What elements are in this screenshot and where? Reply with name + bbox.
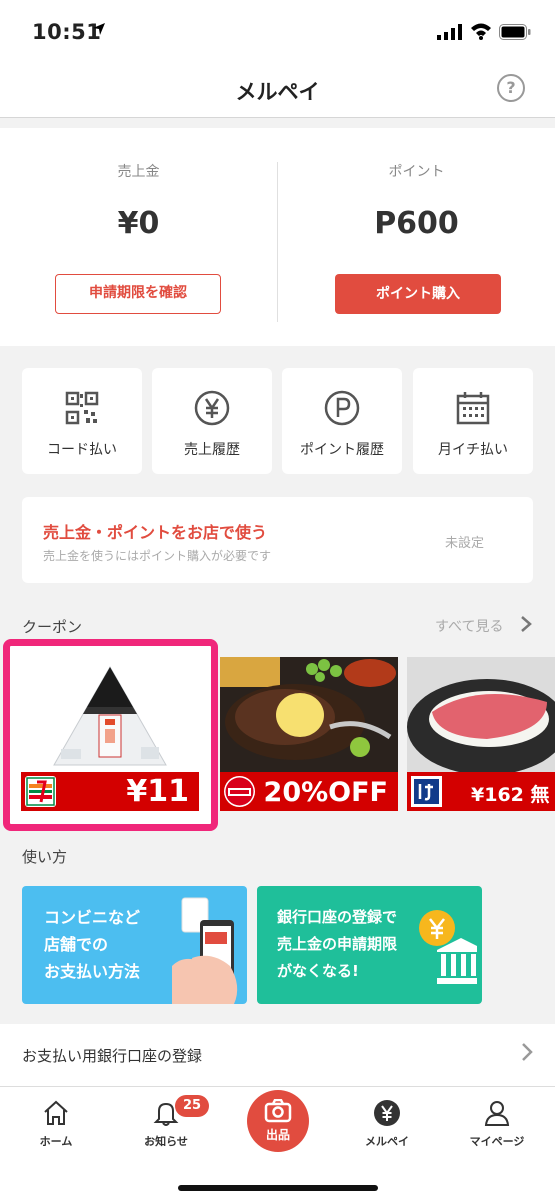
points-label: ポイント: [388, 164, 445, 180]
coupon-price: ¥11: [126, 774, 189, 809]
coupon-strip: 20%OFF: [220, 772, 398, 811]
sales-label: 売上金: [117, 164, 160, 180]
page-title: メルペイ: [235, 80, 320, 104]
home-indicator: [178, 1185, 378, 1191]
signal-icon: [437, 24, 463, 44]
qr-code-icon: [64, 390, 100, 426]
hamburg-steak-image: [220, 657, 398, 772]
shop-use-subtitle: 売上金を使うにはポイント購入が必要です: [43, 549, 272, 563]
action-monthly-pay[interactable]: 月イチ払い: [413, 368, 533, 474]
coupon-section-title: クーポン: [22, 618, 83, 636]
see-all-link[interactable]: すべて見る: [435, 616, 503, 636]
camera-icon: [264, 1098, 292, 1127]
action-point-history[interactable]: ポイント履歴: [282, 368, 402, 474]
action-label: 月イチ払い: [438, 442, 508, 458]
7-eleven-logo: [25, 776, 56, 807]
tab-label: ホーム: [39, 1135, 73, 1148]
chevron-right-icon: [519, 614, 533, 639]
yen-circle-icon: [373, 1099, 401, 1127]
sales-balance: 売上金 ¥0 申請期限を確認: [0, 128, 277, 346]
hamazushi-logo: [411, 776, 442, 807]
howto-line: お支払い方法: [44, 962, 141, 981]
status-bar: 10:51: [0, 0, 555, 62]
howto-line: 銀行口座の登録で: [277, 908, 398, 926]
calendar-icon: [455, 390, 491, 426]
battery-icon: [499, 24, 531, 44]
action-code-pay[interactable]: コード払い: [22, 368, 142, 474]
howto-line: コンビニなど: [44, 908, 141, 927]
tab-label: マイページ: [469, 1135, 525, 1148]
phone-in-hand-illustration: [172, 897, 238, 1004]
shop-use-status: 未設定: [445, 536, 485, 551]
shop-use-card[interactable]: 売上金・ポイントをお店で使う 売上金を使うにはポイント購入が必要です 未設定: [22, 497, 533, 583]
location-arrow-icon: [92, 22, 106, 40]
tab-home[interactable]: ホーム: [11, 1099, 101, 1149]
coupon-card-onigiri[interactable]: ¥11: [21, 657, 199, 811]
tab-merpay[interactable]: メルペイ: [342, 1099, 432, 1149]
howto-section-title: 使い方: [22, 848, 68, 866]
tab-label: メルペイ: [365, 1135, 409, 1148]
coupon-price: 20%OFF: [263, 777, 388, 808]
coupon-price: ¥162 無: [471, 784, 550, 806]
action-label: ポイント履歴: [300, 442, 384, 458]
action-sales-history[interactable]: 売上履歴: [152, 368, 272, 474]
tuna-sushi-image: [407, 657, 555, 772]
yen-circle-icon: [194, 390, 230, 426]
points-value: P600: [374, 206, 459, 241]
status-time: 10:51: [32, 20, 102, 44]
help-icon[interactable]: ?: [497, 74, 525, 102]
check-deadline-button[interactable]: 申請期限を確認: [55, 274, 221, 314]
tab-sell[interactable]: 出品: [247, 1090, 309, 1152]
howto-card-store-pay[interactable]: コンビニなど 店舗での お支払い方法: [22, 886, 247, 1004]
points-balance: ポイント P600 ポイント購入: [278, 128, 555, 346]
gusto-logo: [224, 776, 255, 807]
coupon-card-hamazushi[interactable]: ¥162 無: [407, 657, 555, 811]
howto-line: 売上金の申請期限: [277, 935, 398, 953]
buy-points-button[interactable]: ポイント購入: [335, 274, 501, 314]
tab-bar: ホーム お知らせ 25 出品 メルペイ マイページ: [0, 1086, 555, 1200]
shop-use-title: 売上金・ポイントをお店で使う: [43, 523, 268, 542]
nav-bar: メルペイ ?: [0, 62, 555, 118]
howto-line: がなくなる!: [277, 962, 359, 980]
wifi-icon: [470, 22, 492, 44]
home-icon: [42, 1099, 70, 1127]
bank-building-icon: [419, 910, 477, 984]
tab-mypage[interactable]: マイページ: [452, 1099, 542, 1149]
tab-label: お知らせ: [144, 1135, 188, 1148]
tab-label: 出品: [265, 1128, 290, 1142]
chevron-right-icon: [520, 1041, 534, 1068]
action-label: 売上履歴: [184, 442, 240, 458]
action-label: コード払い: [47, 442, 117, 458]
sales-value: ¥0: [117, 206, 160, 241]
coupon-strip: ¥162 無: [407, 772, 555, 811]
howto-line: 店舗での: [44, 935, 109, 954]
howto-card-text: コンビニなど 店舗での お支払い方法: [44, 904, 140, 985]
howto-card-text: 銀行口座の登録で 売上金の申請期限 がなくなる!: [277, 904, 397, 985]
notification-badge: 25: [175, 1095, 209, 1117]
coupon-card-gusto[interactable]: 20%OFF: [220, 657, 398, 811]
howto-card-bank-register[interactable]: 銀行口座の登録で 売上金の申請期限 がなくなる!: [257, 886, 482, 1004]
onigiri-image: [21, 657, 199, 772]
point-circle-icon: [324, 390, 360, 426]
bank-registration-label: お支払い用銀行口座の登録: [22, 1047, 203, 1065]
coupon-strip: ¥11: [21, 772, 199, 811]
bank-registration-row[interactable]: お支払い用銀行口座の登録: [0, 1024, 555, 1086]
person-icon: [483, 1099, 511, 1127]
balance-panel: 売上金 ¥0 申請期限を確認 ポイント P600 ポイント購入: [0, 128, 555, 346]
